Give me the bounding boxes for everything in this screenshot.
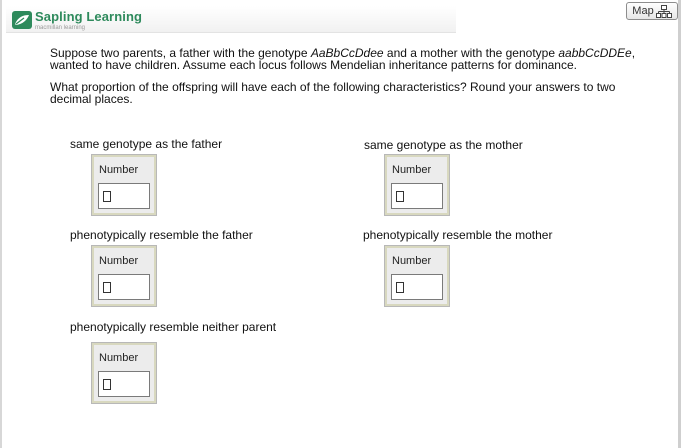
map-button-label: Map: [632, 5, 654, 17]
label-phenotype-neither: phenotypically resemble neither parent: [70, 320, 277, 334]
sitemap-icon: [655, 4, 672, 18]
answer-input-phenotype-father[interactable]: [98, 274, 150, 300]
answer-input-same-genotype-father[interactable]: [98, 183, 150, 209]
question-paragraph-instructions: What proportion of the offspring will ha…: [50, 80, 616, 106]
answer-input-phenotype-mother[interactable]: [391, 274, 443, 300]
label-same-genotype-father: same genotype as the father: [70, 137, 223, 151]
number-box-phenotype-father: Number: [91, 245, 157, 307]
number-box-phenotype-mother: Number: [384, 245, 450, 307]
answer-input-phenotype-neither[interactable]: [98, 371, 150, 397]
number-caption: Number: [392, 164, 432, 176]
left-frame-border: [0, 0, 2, 448]
label-phenotype-mother: phenotypically resemble the mother: [363, 228, 553, 242]
number-box-same-genotype-mother: Number: [384, 154, 450, 216]
number-caption: Number: [99, 255, 139, 267]
label-phenotype-father: phenotypically resemble the father: [70, 228, 253, 242]
number-caption: Number: [392, 255, 432, 267]
number-caption: Number: [99, 352, 139, 364]
input-cursor-box: [103, 191, 111, 202]
label-same-genotype-mother: same genotype as the mother: [364, 138, 523, 152]
brand-name: Sapling Learning: [35, 9, 143, 24]
map-button[interactable]: Map: [626, 2, 678, 20]
input-cursor-box: [396, 282, 404, 293]
question-text: Suppose two parents, a father with the g…: [50, 47, 650, 105]
answer-input-same-genotype-mother[interactable]: [391, 183, 443, 209]
input-cursor-box: [103, 282, 111, 293]
input-cursor-box: [103, 379, 111, 390]
input-cursor-box: [396, 191, 404, 202]
sapling-learning-logo: Sapling Learning macmillan learning: [12, 10, 142, 31]
sapling-leaf-logo-icon: [12, 11, 32, 29]
question-paragraph-setup: Suppose two parents, a father with the g…: [50, 46, 636, 72]
brand-subtitle: macmillan learning: [35, 25, 86, 31]
number-box-phenotype-neither: Number: [91, 342, 157, 404]
number-box-same-genotype-father: Number: [91, 154, 157, 216]
number-caption: Number: [99, 164, 139, 176]
